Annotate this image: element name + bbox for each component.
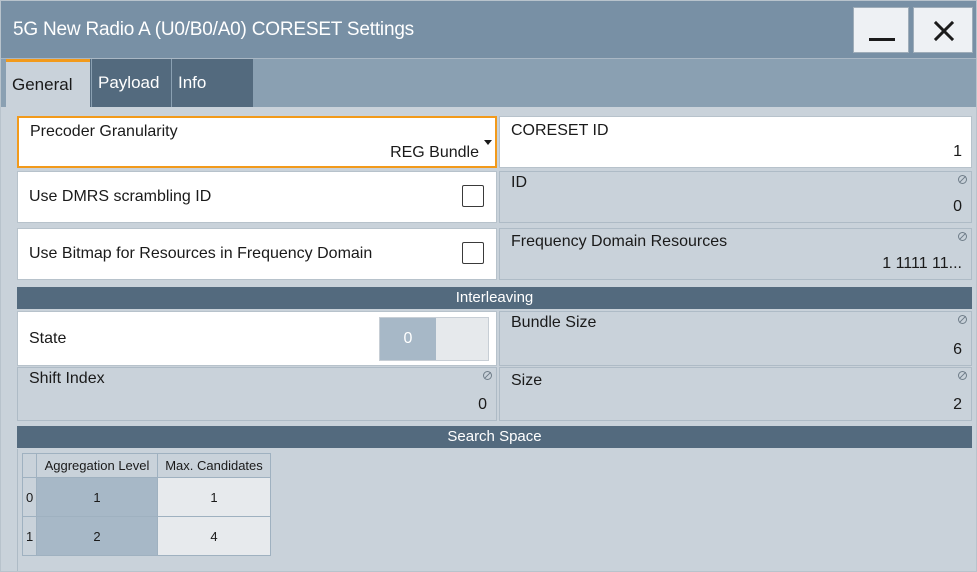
size-field: Size 2 (499, 367, 972, 421)
freq-domain-resources-field[interactable]: Frequency Domain Resources 1 1111 11... (499, 228, 972, 280)
bundle-size-value: 6 (953, 341, 962, 358)
close-button[interactable] (913, 7, 973, 53)
precoder-granularity-select[interactable]: Precoder Granularity REG Bundle (17, 116, 497, 168)
freq-domain-resources-label: Frequency Domain Resources (511, 233, 728, 250)
search-space-header: Search Space (17, 426, 972, 448)
title-bar: 5G New Radio A (U0/B0/A0) CORESET Settin… (1, 1, 976, 59)
readonly-icon (483, 371, 492, 380)
state-label: State (29, 329, 67, 347)
tab-bar: General Payload Info (1, 59, 976, 107)
tab-general[interactable]: General (6, 59, 90, 107)
size-label: Size (511, 372, 543, 389)
readonly-icon (958, 232, 967, 241)
use-bitmap-row: Use Bitmap for Resources in Frequency Do… (17, 228, 497, 280)
search-space-table: Aggregation Level Max. Candidates 0 1 1 … (17, 449, 972, 571)
state-toggle-knob: 0 (380, 318, 436, 360)
close-icon (933, 20, 955, 42)
use-dmrs-scrambling-id-row: Use DMRS scrambling ID (17, 171, 497, 223)
shift-index-value: 0 (478, 396, 487, 413)
minimize-button[interactable] (853, 7, 909, 53)
state-row: State 0 (17, 311, 497, 366)
readonly-icon (958, 175, 967, 184)
coreset-id-value: 1 (953, 143, 962, 160)
readonly-icon (958, 371, 967, 380)
tab-info[interactable]: Info (171, 59, 253, 107)
general-panel: Precoder Granularity REG Bundle CORESET … (1, 107, 976, 571)
bundle-size-field: Bundle Size 6 (499, 311, 972, 366)
max-candidates-cell[interactable]: 1 (157, 477, 271, 517)
bundle-size-label: Bundle Size (511, 314, 597, 331)
id-label: ID (511, 174, 527, 191)
tab-payload[interactable]: Payload (91, 59, 170, 107)
size-value: 2 (953, 396, 962, 413)
precoder-granularity-label: Precoder Granularity (30, 123, 178, 140)
use-bitmap-checkbox[interactable] (462, 242, 484, 264)
column-header-aggregation-level: Aggregation Level (36, 453, 158, 478)
row-index: 1 (22, 516, 37, 556)
row-index-header (22, 453, 37, 478)
use-dmrs-scrambling-id-checkbox[interactable] (462, 185, 484, 207)
id-field: ID 0 (499, 171, 972, 223)
table-row: 0 1 1 (22, 477, 271, 517)
readonly-icon (958, 315, 967, 324)
window-title: 5G New Radio A (U0/B0/A0) CORESET Settin… (13, 19, 414, 40)
max-candidates-cell[interactable]: 4 (157, 516, 271, 556)
precoder-granularity-value: REG Bundle (390, 144, 479, 161)
use-bitmap-label: Use Bitmap for Resources in Frequency Do… (29, 245, 373, 262)
table-row: 1 2 4 (22, 516, 271, 556)
minimize-icon (869, 38, 895, 41)
freq-domain-resources-value: 1 1111 11... (882, 255, 962, 272)
aggregation-level-cell[interactable]: 1 (36, 477, 158, 517)
aggregation-level-cell[interactable]: 2 (36, 516, 158, 556)
column-header-max-candidates: Max. Candidates (157, 453, 271, 478)
coreset-id-label: CORESET ID (511, 122, 609, 139)
dropdown-arrow-icon (484, 140, 492, 145)
id-value: 0 (953, 198, 962, 215)
coreset-settings-window: 5G New Radio A (U0/B0/A0) CORESET Settin… (0, 0, 977, 572)
row-index: 0 (22, 477, 37, 517)
use-dmrs-scrambling-id-label: Use DMRS scrambling ID (29, 188, 212, 205)
shift-index-field: Shift Index 0 (17, 367, 497, 421)
interleaving-header: Interleaving (17, 287, 972, 309)
state-toggle[interactable]: 0 (379, 317, 489, 361)
coreset-id-field[interactable]: CORESET ID 1 (499, 116, 972, 168)
shift-index-label: Shift Index (29, 370, 105, 387)
search-space-grid: Aggregation Level Max. Candidates 0 1 1 … (22, 453, 271, 556)
